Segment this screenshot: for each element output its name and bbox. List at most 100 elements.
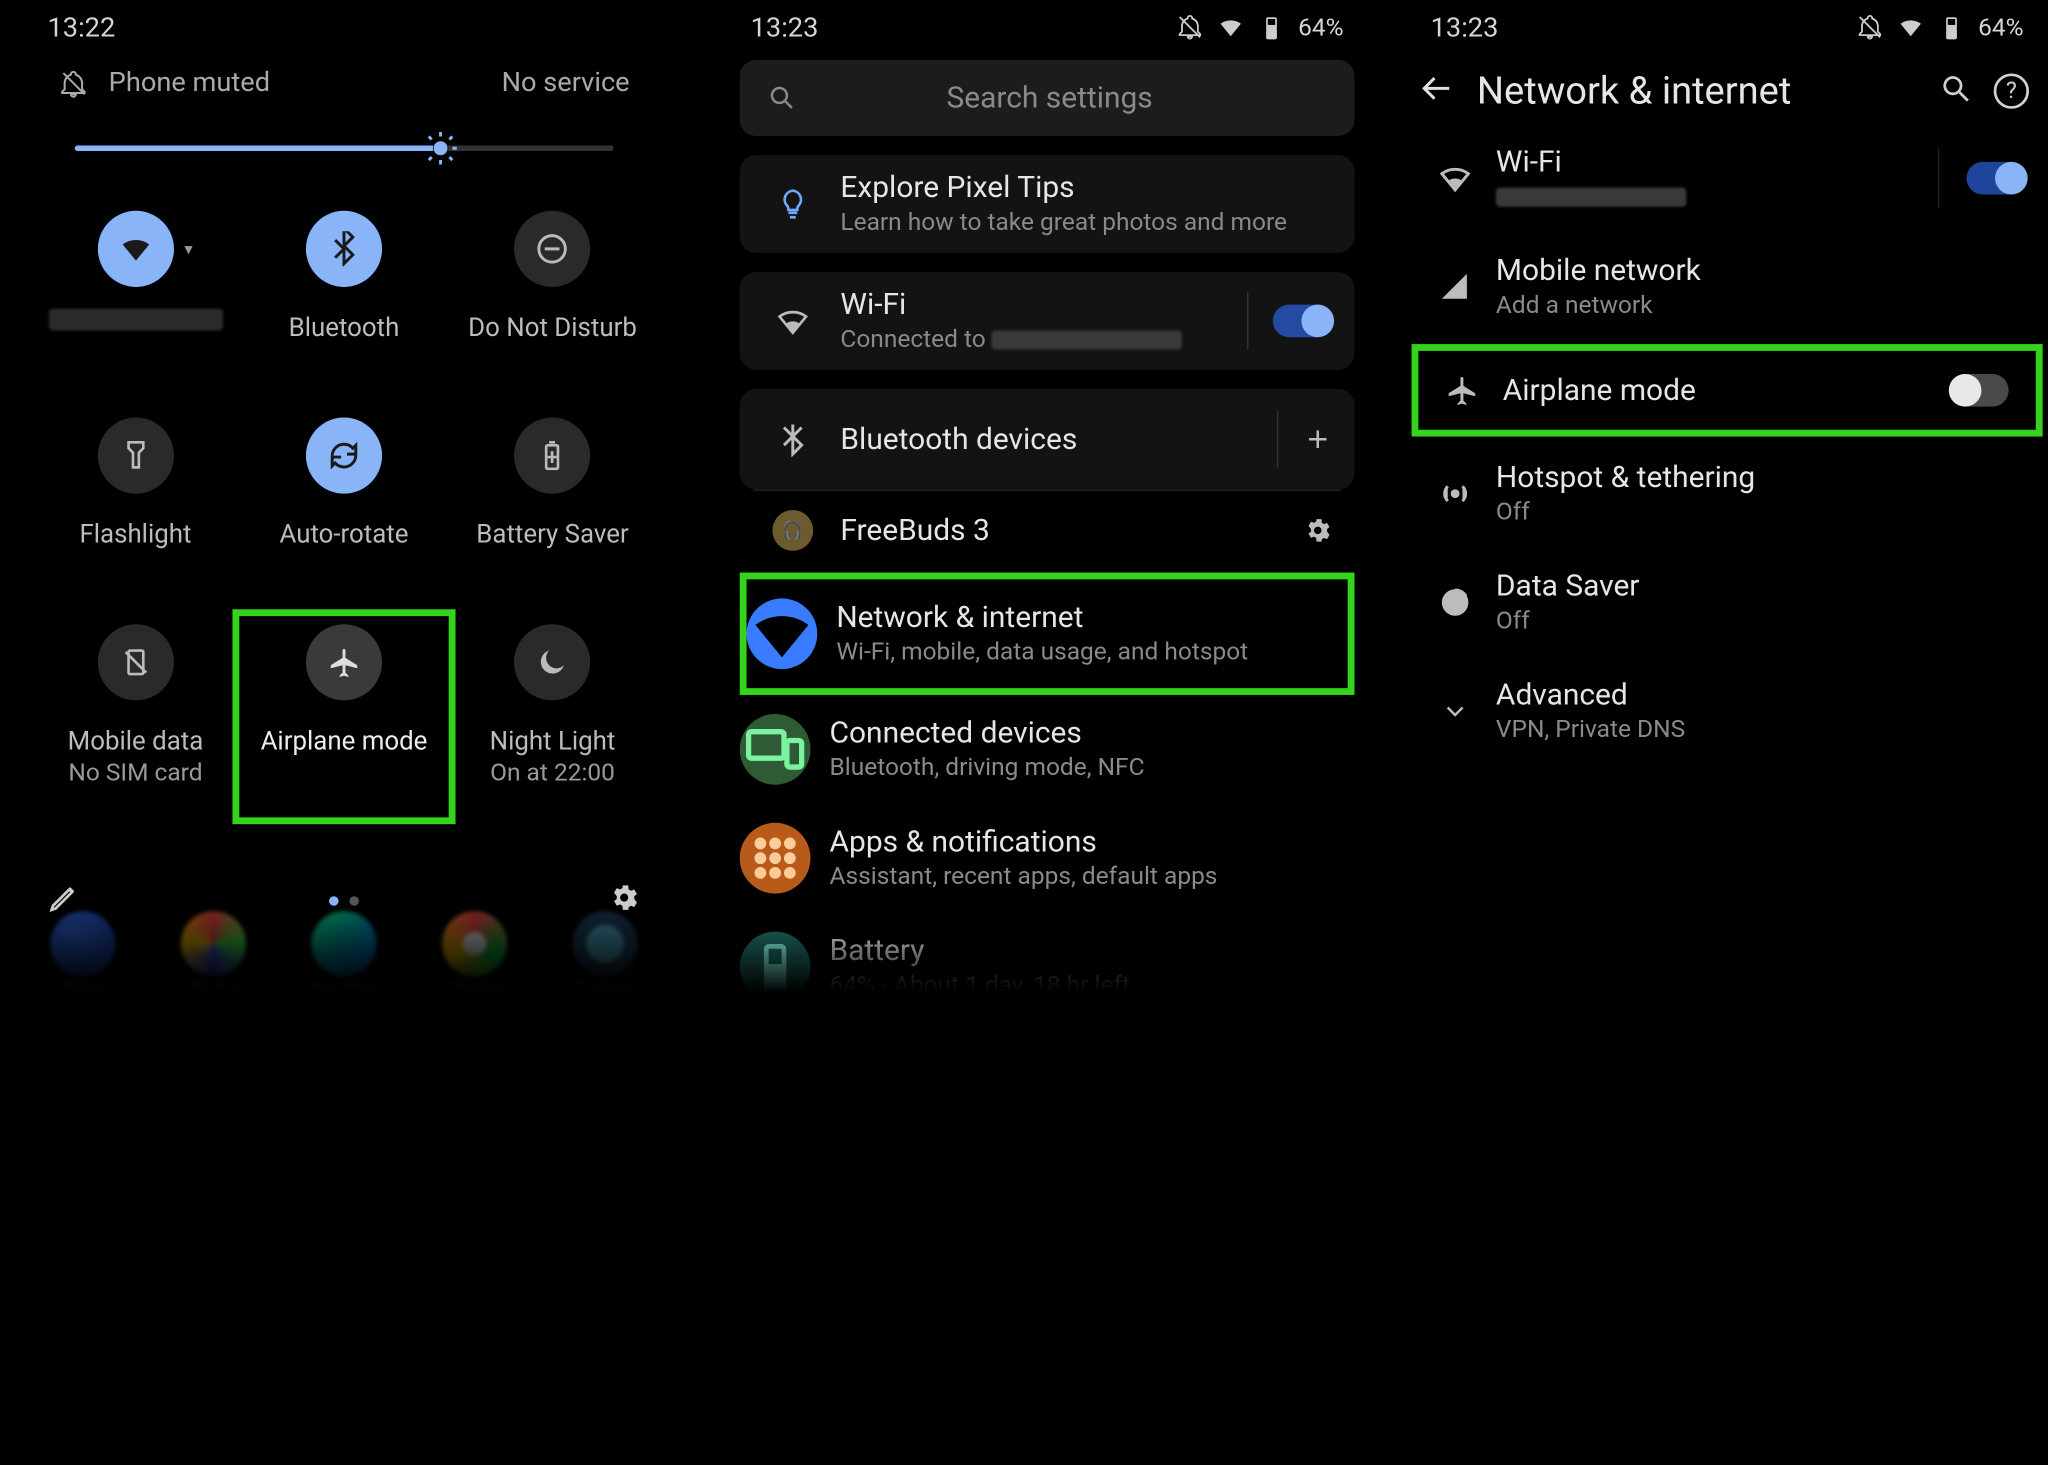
apps-title: Apps & notifications [830, 826, 1355, 860]
dock-chrome[interactable]: Chrome [436, 911, 512, 998]
battery-status-icon [1257, 14, 1284, 41]
battery-icon [740, 932, 811, 1003]
flashlight-tile[interactable]: Flashlight [31, 409, 240, 610]
quick-settings-panel: 13:22 Phone muted No service ▾ Bluetooth… [18, 0, 671, 1006]
data-saver-icon [1437, 585, 1472, 620]
datasaver-title: Data Saver [1496, 570, 2026, 604]
notification-summary: Phone muted No service [18, 52, 671, 107]
battery-saver-tile[interactable]: Battery Saver [448, 409, 657, 610]
wifi-icon [1437, 160, 1472, 195]
status-bar: 13:22 [18, 0, 671, 52]
battery-status-icon [1937, 14, 1964, 41]
bluetooth-icon [775, 422, 810, 457]
datasaver-sub: Off [1496, 607, 2026, 636]
wifi-ssid-redacted [992, 330, 1182, 349]
dnd-icon [535, 231, 570, 266]
bluetooth-tile[interactable]: Bluetooth [240, 202, 449, 403]
wifi-tile[interactable]: ▾ [31, 202, 240, 403]
network-internet-screen: 13:23 64% Network & internet ? Wi-Fi Mob… [1401, 0, 2048, 1006]
battery-saver-icon [535, 438, 570, 473]
home-dock: Phone Photos Play Store Chrome Camera [18, 908, 671, 1006]
gear-icon[interactable] [1303, 515, 1333, 545]
connected-devices-row[interactable]: Connected devices Bluetooth, driving mod… [721, 695, 1374, 804]
dnd-label: Do Not Disturb [468, 311, 637, 343]
dock-playstore[interactable]: Play Store [306, 911, 382, 998]
data-saver-row[interactable]: Data Saver Off [1401, 548, 2048, 657]
network-internet-row[interactable]: Network & internet Wi-Fi, mobile, data u… [747, 579, 1348, 688]
search-settings-field[interactable]: Search settings [740, 60, 1355, 136]
arrow-left-icon [1420, 70, 1455, 105]
battery-percent: 64% [1298, 13, 1343, 42]
wifi-status-icon [1897, 14, 1924, 41]
wifi-card[interactable]: Wi-Fi Connected to [740, 272, 1355, 370]
plus-icon[interactable] [1303, 424, 1333, 454]
wifi-toggle[interactable] [1273, 305, 1333, 338]
clock: 13:23 [751, 11, 819, 44]
bell-off-icon [58, 69, 88, 99]
bell-off-icon [1856, 14, 1883, 41]
dnd-tile[interactable]: Do Not Disturb [448, 202, 657, 403]
network-internet-highlight: Network & internet Wi-Fi, mobile, data u… [740, 573, 1355, 695]
back-button[interactable] [1420, 70, 1455, 111]
wifi-icon [118, 231, 153, 266]
no-service-label: No service [502, 66, 630, 99]
apps-icon [740, 823, 811, 894]
airplane-mode-tile[interactable]: Airplane mode [233, 609, 455, 824]
wifi-title: Wi-Fi [840, 288, 1222, 322]
wifi-ssid-redacted [1496, 188, 1686, 207]
connected-sub: Bluetooth, driving mode, NFC [830, 753, 1355, 782]
bluetooth-label: Bluetooth [289, 311, 400, 343]
dock-camera[interactable]: Camera [567, 911, 643, 998]
night-light-tile[interactable]: Night Light On at 22:00 [448, 616, 657, 817]
battery-row[interactable]: Battery 64% - About 1 day, 18 hr left [721, 913, 1374, 1007]
quick-settings-grid: ▾ Bluetooth Do Not Disturb Flashlight Au… [18, 178, 671, 817]
mobile-data-tile[interactable]: Mobile data No SIM card [31, 616, 240, 817]
bt-title: Bluetooth devices [840, 422, 1252, 456]
advanced-title: Advanced [1496, 679, 2026, 713]
apps-sub: Assistant, recent apps, default apps [830, 862, 1355, 891]
headphones-icon: 🎧 [772, 510, 813, 551]
mobile-network-row[interactable]: Mobile network Add a network [1401, 233, 2048, 342]
airplane-toggle[interactable] [1949, 374, 2009, 407]
help-button[interactable]: ? [1994, 73, 2029, 108]
search-placeholder: Search settings [946, 81, 1152, 115]
mobile-sub: Add a network [1496, 291, 2026, 320]
freebuds-row[interactable]: 🎧 FreeBuds 3 [740, 496, 1355, 564]
pixel-tips-card[interactable]: Explore Pixel Tips Learn how to take gre… [740, 155, 1355, 253]
hotspot-title: Hotspot & tethering [1496, 461, 2026, 495]
brightness-slider[interactable] [75, 145, 614, 150]
search-icon [767, 83, 797, 113]
network-sub: Wi-Fi, mobile, data usage, and hotspot [836, 638, 1347, 667]
header-title: Network & internet [1477, 68, 1918, 113]
rotate-icon [326, 438, 361, 473]
signal-icon [1437, 269, 1472, 304]
screen-header: Network & internet ? [1401, 52, 2048, 124]
connected-title: Connected devices [830, 717, 1355, 751]
clock: 13:22 [48, 11, 116, 44]
battery-title: Battery [830, 934, 1355, 968]
night-light-sub: On at 22:00 [490, 760, 615, 789]
devices-icon [740, 714, 811, 785]
advanced-row[interactable]: Advanced VPN, Private DNS [1401, 657, 2048, 766]
dock-photos[interactable]: Photos [175, 911, 251, 998]
wifi-toggle[interactable] [1966, 162, 2026, 195]
autorotate-label: Auto-rotate [280, 518, 409, 550]
dock-phone[interactable]: Phone [45, 911, 121, 998]
wifi-sub: Connected to [840, 325, 1222, 354]
apps-notifications-row[interactable]: Apps & notifications Assistant, recent a… [721, 804, 1374, 913]
mobile-data-sub: No SIM card [68, 760, 202, 789]
search-button[interactable] [1939, 71, 1972, 109]
flashlight-icon [118, 438, 153, 473]
wifi-ssid-redacted [48, 308, 222, 330]
airplane-label: Airplane mode [261, 724, 428, 756]
bluetooth-devices-card[interactable]: Bluetooth devices [740, 389, 1355, 490]
chevron-down-icon [1440, 696, 1470, 726]
lightbulb-icon [775, 186, 810, 221]
airplane-mode-row[interactable]: Airplane mode [1418, 351, 2035, 430]
hotspot-row[interactable]: Hotspot & tethering Off [1401, 439, 2048, 548]
wifi-row[interactable]: Wi-Fi [1401, 124, 2048, 233]
wifi-status-icon [1217, 14, 1244, 41]
search-icon [1939, 71, 1972, 104]
moon-icon [535, 644, 570, 679]
autorotate-tile[interactable]: Auto-rotate [240, 409, 449, 610]
